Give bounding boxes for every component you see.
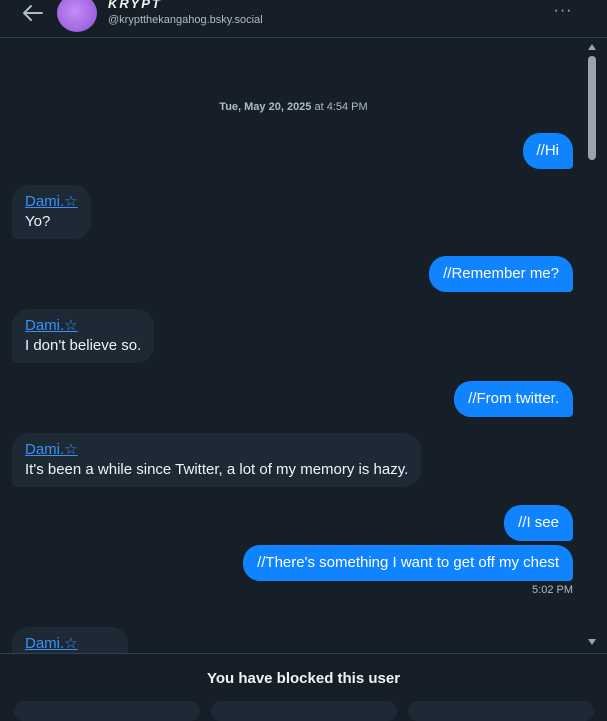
- date-divider: Tue, May 20, 2025 at 4:54 PM: [0, 101, 587, 113]
- sender-name-link[interactable]: Dami.☆: [25, 634, 115, 653]
- footer-action-button[interactable]: [14, 701, 200, 721]
- blocked-notice: You have blocked this user: [206, 670, 401, 687]
- scrollbar[interactable]: [586, 38, 598, 645]
- message-text: I don't believe so.: [25, 337, 142, 354]
- message-timestamp: 5:02 PM: [532, 584, 573, 596]
- ellipsis-icon[interactable]: ···: [552, 2, 574, 20]
- arrow-left-icon[interactable]: [20, 2, 46, 24]
- date-day: Tue, May 20, 2025: [219, 101, 312, 113]
- message-text: It's been a while since Twitter, a lot o…: [25, 461, 409, 478]
- message-list[interactable]: Tue, May 20, 2025 at 4:54 PM //Hi Dami.☆…: [0, 38, 587, 653]
- blocked-footer: You have blocked this user: [0, 653, 607, 721]
- footer-action-button[interactable]: [408, 701, 594, 721]
- scroll-thumb[interactable]: [588, 56, 596, 160]
- avatar[interactable]: [57, 0, 97, 32]
- message-bubble-sent[interactable]: //There's something I want to get off my…: [243, 545, 573, 581]
- message-bubble-received[interactable]: Dami.☆ It's been a while since Twitter, …: [12, 433, 422, 487]
- footer-action-button[interactable]: [211, 701, 397, 721]
- scroll-down-arrow-icon[interactable]: [588, 639, 596, 645]
- message-text: //There's something I want to get off my…: [257, 554, 559, 571]
- message-text: Yo?: [25, 213, 51, 230]
- message-bubble-received[interactable]: Dami.☆: [12, 627, 128, 653]
- message-bubble-sent[interactable]: //I see: [504, 505, 573, 541]
- user-handle: @kryptthekangahog.bsky.social: [108, 14, 263, 26]
- message-text: //From twitter.: [468, 390, 559, 407]
- message-bubble-sent[interactable]: //Hi: [522, 133, 573, 169]
- conversation-header: KRYPT @kryptthekangahog.bsky.social ···: [0, 0, 607, 38]
- sender-name-link[interactable]: Dami.☆: [25, 440, 408, 460]
- message-text: //Remember me?: [443, 265, 559, 282]
- message-bubble-sent[interactable]: //Remember me?: [429, 256, 573, 292]
- message-bubble-received[interactable]: Dami.☆ Yo?: [12, 185, 91, 239]
- message-bubble-sent[interactable]: //From twitter.: [454, 381, 573, 417]
- display-name[interactable]: KRYPT: [108, 0, 162, 11]
- scroll-up-arrow-icon[interactable]: [588, 44, 596, 50]
- message-text: //Hi: [536, 142, 560, 159]
- date-time: at 4:54 PM: [311, 101, 368, 113]
- message-text: //I see: [518, 514, 559, 531]
- sender-name-link[interactable]: Dami.☆: [25, 316, 141, 336]
- sender-name-link[interactable]: Dami.☆: [25, 192, 78, 212]
- message-bubble-received[interactable]: Dami.☆ I don't believe so.: [12, 309, 155, 363]
